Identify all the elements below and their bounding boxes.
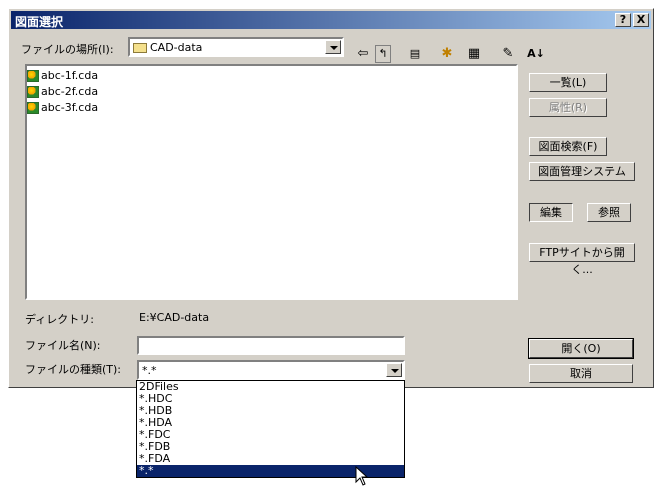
new-folder-icon[interactable]: ✱ <box>437 45 457 63</box>
list-item[interactable]: abc-1f.cda <box>27 68 98 84</box>
back-arrow-icon[interactable]: ⇦ <box>355 45 371 63</box>
list-button[interactable]: 一覧(L) <box>529 73 607 92</box>
title-bar[interactable]: 図面選択 ? X <box>11 11 651 29</box>
filetype-option[interactable]: *.HDB <box>137 405 404 417</box>
filetype-option[interactable]: *.FDB <box>137 441 404 453</box>
mouse-pointer-icon <box>355 466 369 486</box>
filetype-select[interactable]: *.* <box>137 360 405 380</box>
tools-icon[interactable]: ✎ <box>499 45 517 63</box>
filetype-value: *.* <box>142 364 157 377</box>
directory-value: E:¥CAD-data <box>139 311 210 324</box>
filetype-dropdown-list[interactable]: 2DFiles *.HDC *.HDB *.HDA *.FDC *.FDB *.… <box>136 380 405 478</box>
cda-file-icon <box>27 70 39 82</box>
filename-input[interactable] <box>137 336 405 355</box>
lookin-value: CAD-data <box>150 41 203 54</box>
help-button[interactable]: ? <box>615 13 631 27</box>
open-button[interactable]: 開く(O) <box>528 338 634 359</box>
chevron-down-icon[interactable] <box>325 40 341 54</box>
lookin-label: ファイルの場所(I): <box>21 43 114 56</box>
list-item[interactable]: abc-3f.cda <box>27 100 98 116</box>
edit-button[interactable]: 編集 <box>529 203 573 222</box>
cancel-button[interactable]: 取消 <box>529 364 633 383</box>
view-menu-icon[interactable]: ▦ <box>461 45 487 63</box>
filetype-option[interactable]: *.FDA <box>137 453 404 465</box>
file-list[interactable]: abc-1f.cda abc-2f.cda abc-3f.cda <box>25 64 518 300</box>
filename-label: ファイル名(N): <box>25 339 101 352</box>
lookin-combo[interactable]: CAD-data <box>128 37 344 57</box>
directory-label: ディレクトリ: <box>25 313 94 326</box>
desktop-icon[interactable]: ▤ <box>405 45 425 63</box>
drawing-management-button[interactable]: 図面管理システム <box>529 162 635 181</box>
list-item[interactable]: abc-2f.cda <box>27 84 98 100</box>
drawing-search-button[interactable]: 図面検索(F) <box>529 137 607 156</box>
cda-file-icon <box>27 102 39 114</box>
up-folder-icon[interactable]: ↰ <box>375 45 391 63</box>
folder-icon <box>133 43 147 53</box>
file-select-dialog: 図面選択 ? X ファイルの場所(I): CAD-data ⇦ ↰ ▤ ✱ ▦ … <box>8 8 654 388</box>
sort-icon[interactable]: A↓ <box>521 45 551 63</box>
filetype-option[interactable]: *.HDA <box>137 417 404 429</box>
properties-button[interactable]: 属性(R) <box>529 98 607 117</box>
filetype-option[interactable]: *.FDC <box>137 429 404 441</box>
ftp-open-button[interactable]: FTPサイトから開く... <box>529 243 635 276</box>
cda-file-icon <box>27 86 39 98</box>
filetype-option[interactable]: *.HDC <box>137 393 404 405</box>
dialog-title: 図面選択 <box>15 15 64 29</box>
filetype-label: ファイルの種類(T): <box>25 363 122 376</box>
browse-button[interactable]: 参照 <box>587 203 631 222</box>
filetype-option[interactable]: 2DFiles <box>137 381 404 393</box>
close-button[interactable]: X <box>633 13 649 27</box>
chevron-down-icon[interactable] <box>386 363 402 377</box>
